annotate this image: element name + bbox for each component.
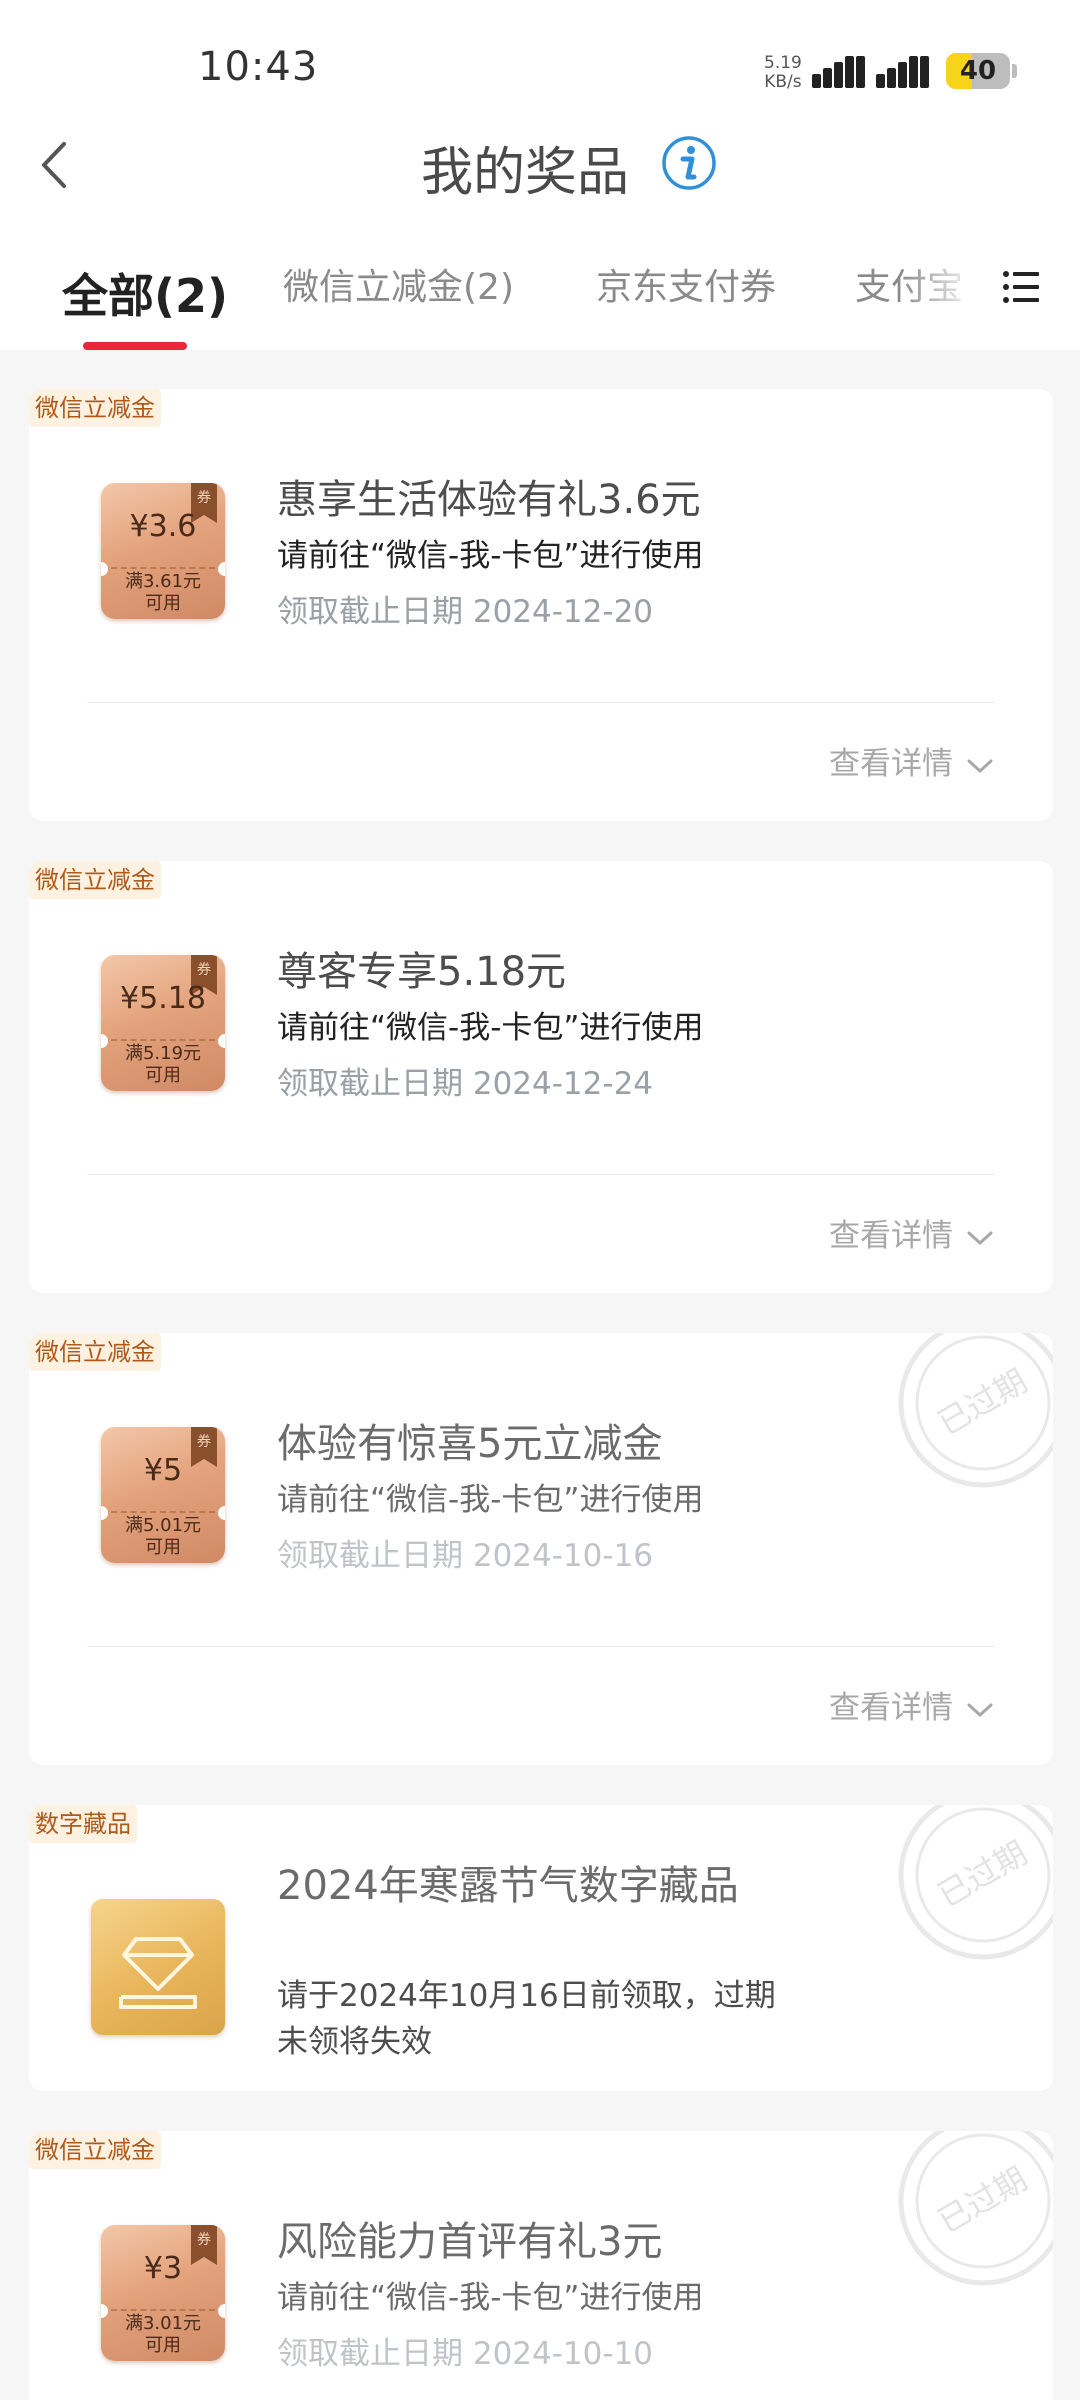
prize-card[interactable]: 微信立减金 券 ¥5.18 满5.19元 可用 尊客专享5.18元 请前往“微信-… — [29, 861, 1053, 1293]
collectible-icon — [91, 1899, 225, 2035]
diamond-icon — [119, 1937, 197, 2009]
active-tab-indicator — [83, 342, 187, 350]
deadline-date: 领取截止日期 2024-10-16 — [277, 1538, 654, 1574]
category-tag: 微信立减金 — [29, 1333, 161, 1371]
coupon-condition: 满3.01元 可用 — [124, 2313, 202, 2356]
deadline-date: 领取截止日期 2024-10-10 — [277, 2336, 654, 2372]
usage-instruction: 请前往“微信-我-卡包”进行使用 — [277, 2280, 704, 2316]
signal-icon — [812, 56, 866, 88]
prize-title: 惠享生活体验有礼3.6元 — [277, 477, 701, 523]
coupon-amount: ¥5.18 — [120, 981, 206, 1016]
prize-title: 体验有惊喜5元立减金 — [277, 1421, 663, 1467]
expired-stamp: 已过期 — [898, 1333, 1053, 1488]
status-time: 10:43 — [198, 44, 319, 90]
expired-stamp: 已过期 — [898, 1805, 1053, 1960]
chevron-down-icon — [967, 1703, 993, 1716]
prize-title: 尊客专享5.18元 — [277, 949, 567, 995]
category-tag: 微信立减金 — [29, 2131, 161, 2169]
category-tag: 数字藏品 — [29, 1805, 137, 1843]
chevron-down-icon — [967, 759, 993, 772]
usage-instruction: 请前往“微信-我-卡包”进行使用 — [277, 1482, 704, 1518]
coupon-condition: 满5.19元 可用 — [124, 1043, 202, 1086]
prize-card[interactable]: 微信立减金 券 ¥3.6 满3.61元 可用 惠享生活体验有礼3.6元 请前往“微… — [29, 389, 1053, 821]
coupon-condition: 满5.01元 可用 — [124, 1515, 202, 1558]
view-details-button[interactable]: 查看详情 — [829, 1210, 995, 1255]
category-tag: 微信立减金 — [29, 861, 161, 899]
svg-text:已过期: 已过期 — [931, 1834, 1033, 1915]
svg-text:已过期: 已过期 — [931, 2160, 1033, 2241]
prize-title: 风险能力首评有礼3元 — [277, 2219, 663, 2265]
chevron-down-icon — [967, 1231, 993, 1244]
list-menu-icon[interactable] — [1003, 270, 1039, 304]
coupon-icon: 券 ¥3 满3.01元 可用 — [101, 2225, 225, 2361]
page-title: 我的奖品 — [420, 143, 629, 203]
svg-text:已过期: 已过期 — [931, 1362, 1033, 1443]
prize-card[interactable]: 已过期 微信立减金 券 ¥3 满3.01元 可用 风险能力首评有礼3元 请前往“微… — [29, 2131, 1053, 2400]
battery-level: 40 — [959, 56, 997, 86]
prize-card[interactable]: 已过期 微信立减金 券 ¥5 满5.01元 可用 体验有惊喜5元立减金 请前往“微… — [29, 1333, 1053, 1765]
usage-instruction: 请前往“微信-我-卡包”进行使用 — [277, 538, 704, 574]
view-details-button[interactable]: 查看详情 — [829, 1682, 995, 1727]
coupon-amount: ¥5 — [143, 1453, 183, 1488]
coupon-amount: ¥3.6 — [129, 509, 197, 544]
category-tag: 微信立减金 — [29, 389, 161, 427]
view-details-button[interactable]: 查看详情 — [829, 738, 995, 783]
info-icon[interactable] — [661, 135, 717, 191]
battery-icon: 40 — [946, 53, 1010, 89]
deadline-date: 领取截止日期 2024-12-20 — [277, 594, 654, 630]
prize-card[interactable]: 已过期 数字藏品 2024年寒露节气数字藏品 请于2024年10月16日前领取，… — [29, 1805, 1053, 2091]
signal-icon-2 — [876, 56, 930, 88]
deadline-date: 领取截止日期 2024-12-24 — [277, 1066, 654, 1102]
tab-all[interactable]: 全部(2) — [62, 260, 228, 326]
coupon-condition: 满3.61元 可用 — [124, 571, 202, 614]
prize-title: 2024年寒露节气数字藏品 — [277, 1863, 739, 1909]
coupon-icon: 券 ¥5 满5.01元 可用 — [101, 1427, 225, 1563]
usage-instruction: 请前往“微信-我-卡包”进行使用 — [277, 1010, 704, 1046]
network-speed: 5.19 KB/s — [764, 53, 802, 92]
expired-stamp: 已过期 — [898, 2131, 1053, 2286]
tab-wechat-discount[interactable]: 微信立减金(2) — [283, 258, 514, 310]
coupon-icon: 券 ¥3.6 满3.61元 可用 — [101, 483, 225, 619]
claim-note: 请于2024年10月16日前领取，过期未领将失效 — [277, 1978, 776, 2060]
coupon-icon: 券 ¥5.18 满5.19元 可用 — [101, 955, 225, 1091]
tab-jd-pay-coupon[interactable]: 京东支付券 — [596, 258, 776, 310]
coupon-amount: ¥3 — [143, 2251, 183, 2286]
